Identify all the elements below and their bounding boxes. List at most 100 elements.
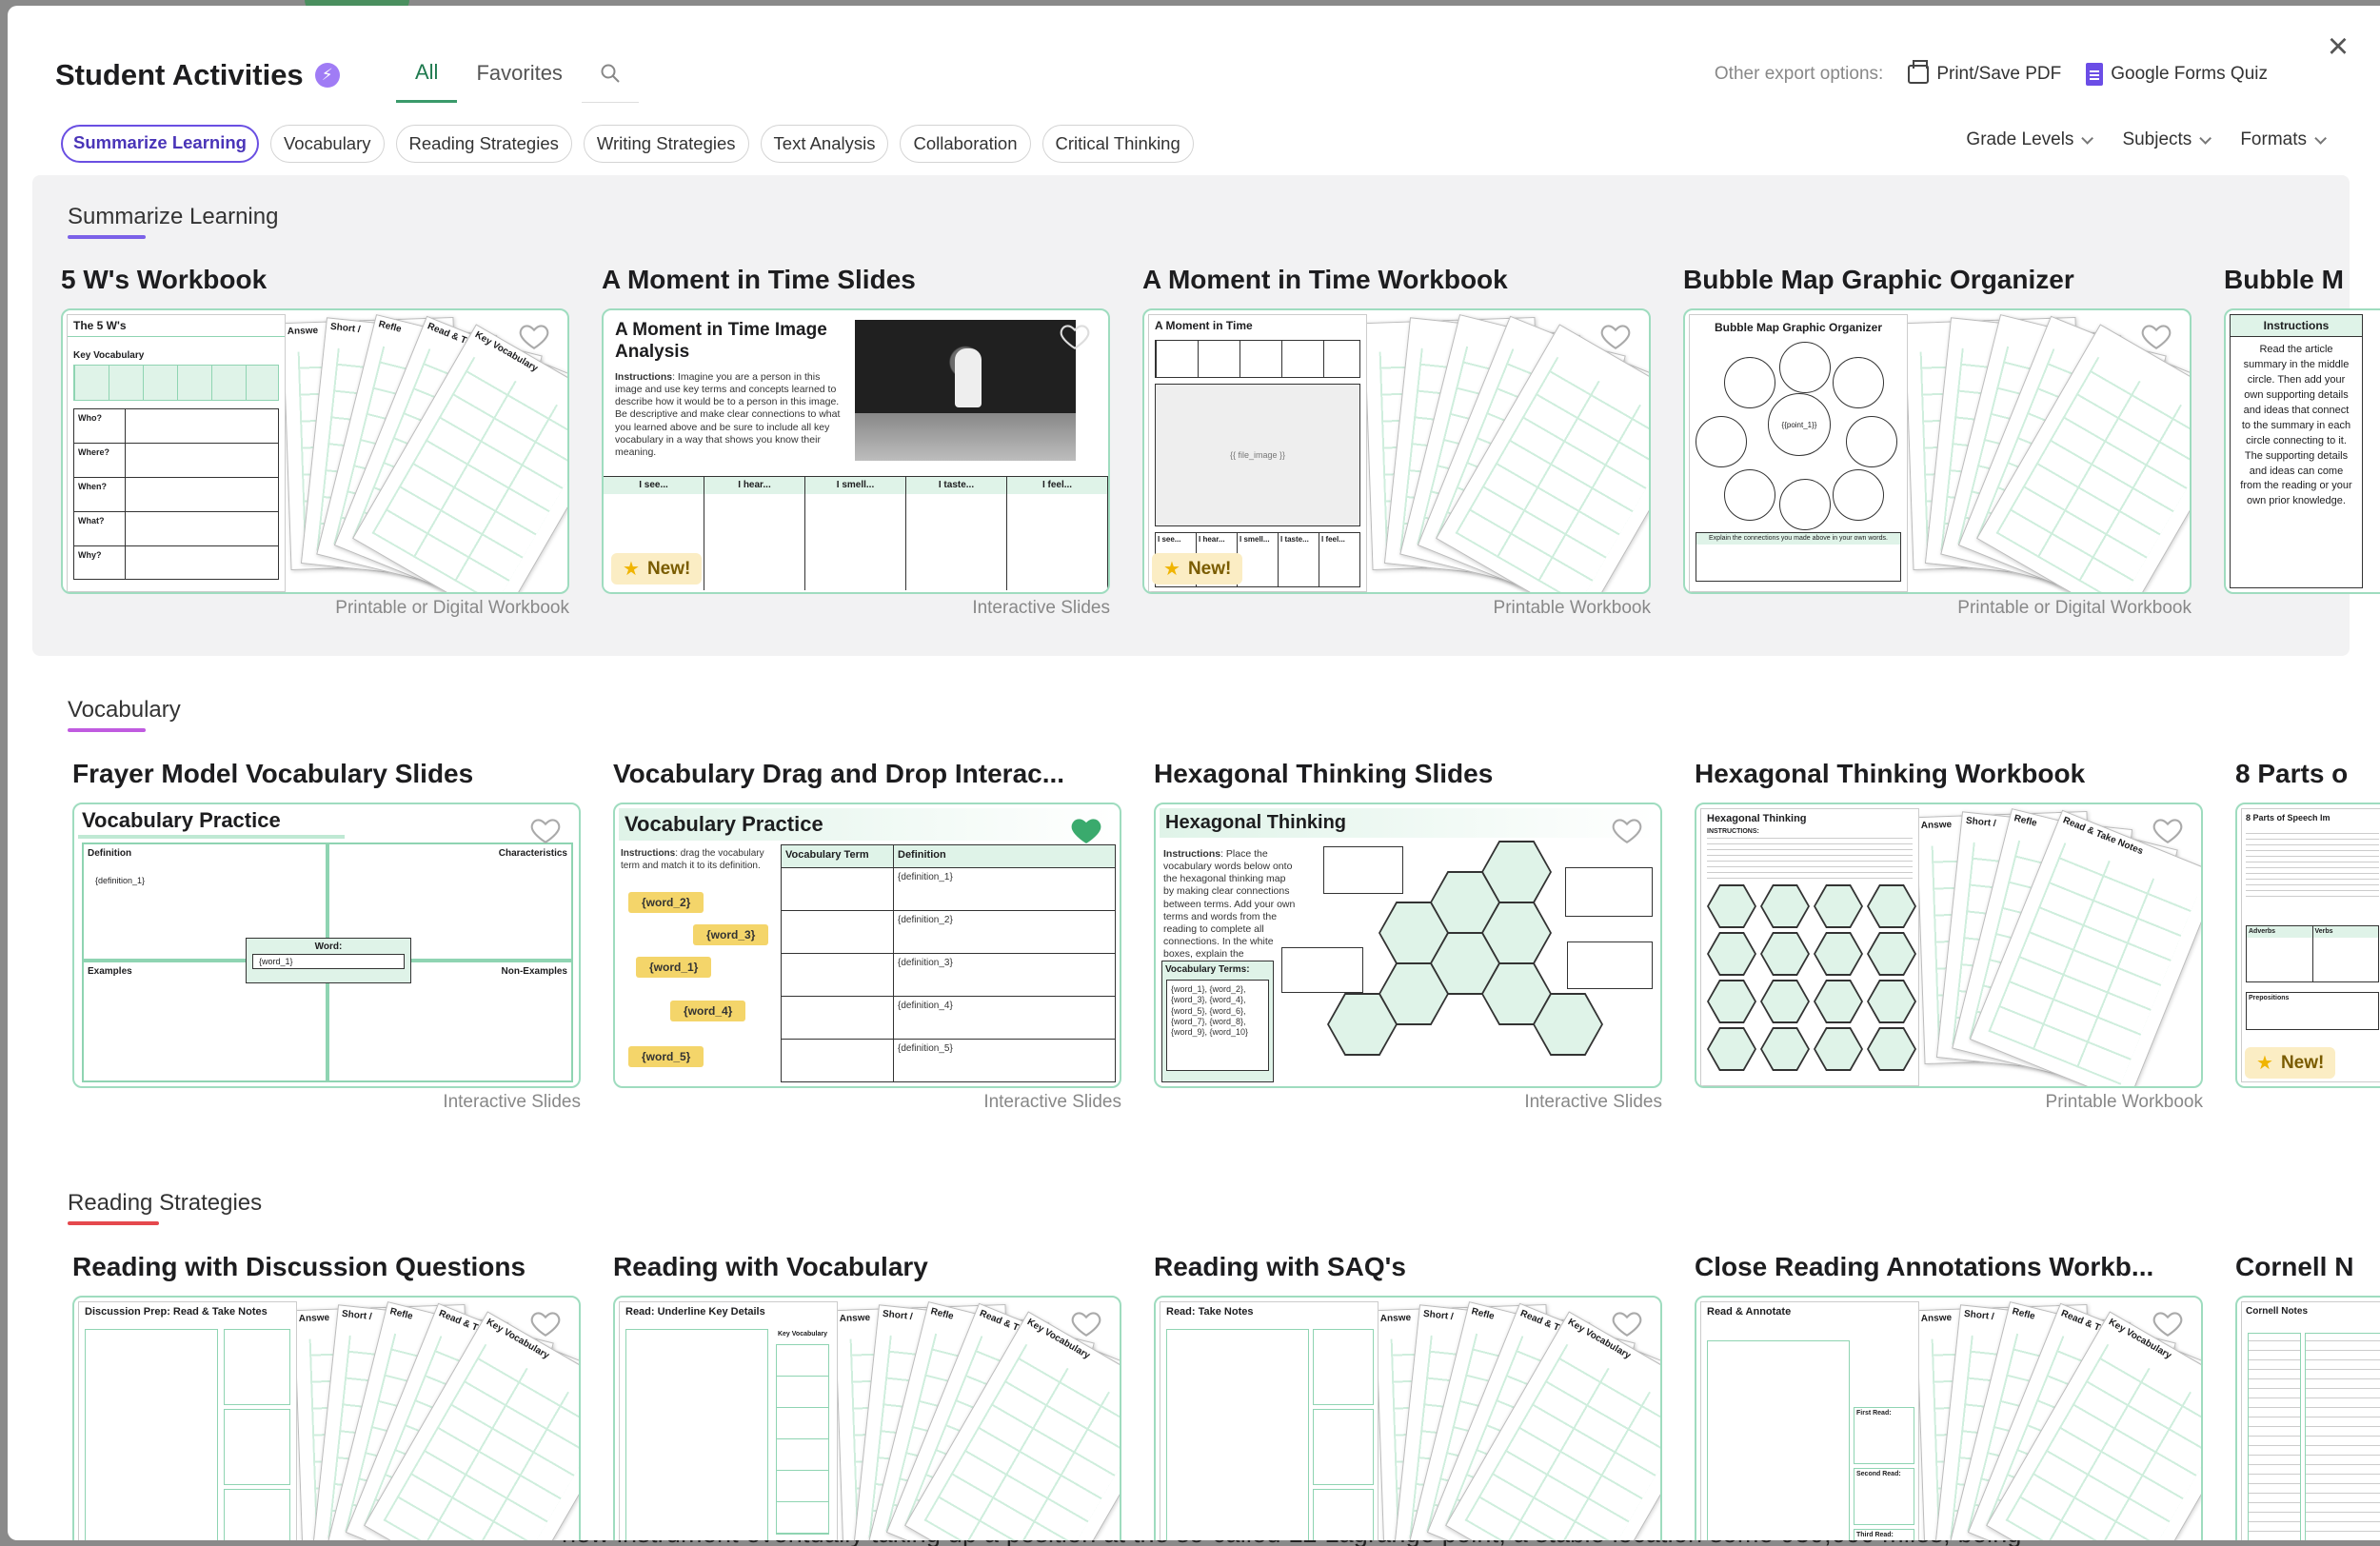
tab-favorites[interactable]: Favorites: [457, 55, 581, 103]
activity-card[interactable]: Reading with SAQ's Answe Short / Refle R…: [1154, 1252, 1662, 1540]
chevron-down-icon: [2314, 131, 2327, 145]
column-header: Definition: [898, 849, 946, 861]
card-thumbnail[interactable]: A Moment in Time Image Analysis Instruct…: [602, 308, 1110, 594]
card-thumbnail[interactable]: Answe Short / Refle Read & Take Notes Ke…: [72, 1296, 581, 1540]
card-thumbnail[interactable]: A Moment in Time {{ file_image }} I see.…: [1142, 308, 1651, 594]
pill-reading-strategies[interactable]: Reading Strategies: [395, 125, 572, 163]
favorite-heart-icon[interactable]: [518, 320, 550, 352]
grade-levels-dropdown[interactable]: Grade Levels: [1966, 129, 2094, 150]
draggable-word[interactable]: {word_1}: [636, 957, 712, 978]
activity-card[interactable]: Frayer Model Vocabulary Slides Vocabular…: [72, 759, 581, 1113]
new-badge: ★ New!: [611, 553, 703, 585]
favorite-heart-icon[interactable]: [1599, 320, 1632, 352]
card-thumbnail[interactable]: Answe Short / Refle Read & Take Notes Ke…: [1154, 1296, 1662, 1540]
definition-cell: {definition_3}: [898, 958, 953, 968]
card-thumbnail[interactable]: Instructions Read the article summary in…: [2224, 308, 2380, 594]
card-thumbnail[interactable]: Cornell Notes: [2235, 1296, 2380, 1540]
favorite-heart-icon[interactable]: [529, 1307, 562, 1339]
card-thumbnail[interactable]: Vocabulary Practice Definition {definitio…: [72, 803, 581, 1088]
activity-card[interactable]: Bubble Map Graphic Organizer Bubble Map …: [1683, 265, 2192, 619]
card-title: Close Reading Annotations Workb...: [1695, 1252, 2154, 1281]
favorite-heart-icon[interactable]: [1059, 320, 1091, 352]
grade-levels-label: Grade Levels: [1966, 129, 2074, 149]
activity-card[interactable]: Close Reading Annotations Workb... Answe…: [1695, 1252, 2203, 1540]
draggable-word[interactable]: {word_5}: [628, 1046, 704, 1067]
activity-card[interactable]: Reading with Vocabulary Answe Short / Re…: [613, 1252, 1121, 1540]
word-label: Word:: [314, 941, 343, 952]
activity-card[interactable]: 8 Parts o 8 Parts of Speech Im Adverbs V…: [2235, 759, 2380, 1088]
google-forms-quiz-button[interactable]: Google Forms Quiz: [2086, 63, 2268, 86]
card-title: Reading with SAQ's: [1154, 1252, 1406, 1281]
pill-text-analysis[interactable]: Text Analysis: [760, 125, 889, 163]
activity-card[interactable]: Bubble M Instructions Read the article s…: [2224, 265, 2380, 594]
card-thumbnail[interactable]: 8 Parts of Speech Im Adverbs Verbs Prepo…: [2235, 803, 2380, 1088]
search-icon[interactable]: [581, 55, 639, 103]
terms-label: Vocabulary Terms:: [1165, 964, 1250, 975]
pill-vocabulary[interactable]: Vocabulary: [269, 125, 385, 163]
card-thumbnail[interactable]: Answe Short / Refle Read & Take Notes Ke…: [1695, 1296, 2203, 1540]
card-thumbnail[interactable]: Bubble Map Graphic Organizer {{point_1}}…: [1683, 308, 2192, 594]
chevron-down-icon: [2081, 131, 2094, 145]
favorite-heart-icon[interactable]: [2140, 320, 2172, 352]
row-label: Where?: [74, 444, 126, 477]
card-title: 5 W's Workbook: [61, 265, 268, 294]
card-thumbnail[interactable]: Vocabulary Practice Instructions: drag t…: [613, 803, 1121, 1088]
definition-cell: {definition_1}: [898, 872, 953, 882]
subjects-dropdown[interactable]: Subjects: [2122, 129, 2212, 150]
activity-card[interactable]: Hexagonal Thinking Slides Hexagonal Thin…: [1154, 759, 1662, 1113]
filter-dropdowns: Grade Levels Subjects Formats: [1966, 129, 2327, 150]
definition-value: {definition_1}: [95, 876, 146, 885]
card-thumbnail[interactable]: Answe Short / Refle Read & Take Notes Ke…: [61, 308, 569, 594]
favorite-heart-icon[interactable]: [1611, 814, 1643, 846]
activity-card[interactable]: 5 W's Workbook Answe Short / Refle Read …: [61, 265, 569, 619]
activity-card[interactable]: Vocabulary Drag and Drop Interac... Voca…: [613, 759, 1121, 1113]
card-format: Printable Workbook: [2045, 1092, 2203, 1112]
card-title: Frayer Model Vocabulary Slides: [72, 759, 474, 788]
tab-all[interactable]: All: [396, 55, 458, 103]
close-icon[interactable]: ×: [2321, 29, 2355, 65]
activity-card[interactable]: Hexagonal Thinking Workbook Answe Short …: [1695, 759, 2203, 1113]
column-header: I taste...: [906, 477, 1007, 590]
favorite-heart-icon-filled[interactable]: [1070, 814, 1102, 846]
card-title: Vocabulary Drag and Drop Interac...: [613, 759, 1065, 788]
lightning-bolt-icon: ⚡: [314, 63, 340, 88]
favorite-heart-icon[interactable]: [2152, 1307, 2184, 1339]
worksheet-header: A Moment in Time: [1155, 319, 1253, 332]
pill-writing-strategies[interactable]: Writing Strategies: [583, 125, 749, 163]
card-format: Interactive Slides: [983, 1092, 1121, 1112]
favorite-heart-icon[interactable]: [2152, 814, 2184, 846]
draggable-word[interactable]: {word_4}: [670, 1001, 746, 1021]
formats-dropdown[interactable]: Formats: [2240, 129, 2327, 150]
row-label: Who?: [74, 409, 126, 443]
card-format: Printable Workbook: [1493, 598, 1651, 618]
terms-list: {word_1}, {word_2}, {word_3}, {word_4}, …: [1166, 980, 1269, 1071]
worksheet-stack: Answe Short / Refle Read & Take Notes Ke…: [282, 314, 567, 592]
pill-collaboration[interactable]: Collaboration: [900, 125, 1031, 163]
subjects-label: Subjects: [2122, 129, 2192, 149]
instructions-text: Read the article summary in the middle c…: [2240, 344, 2352, 507]
draggable-word[interactable]: {word_2}: [628, 892, 704, 913]
column-header: Vocabulary Term: [782, 845, 894, 867]
pill-summarize-learning[interactable]: Summarize Learning: [61, 125, 259, 163]
activity-card[interactable]: A Moment in Time Workbook A Moment in Ti…: [1142, 265, 1651, 619]
activity-card[interactable]: Cornell N Cornell Notes: [2235, 1252, 2380, 1540]
card-thumbnail[interactable]: Answe Short / Refle Read & Take Notes He…: [1695, 803, 2203, 1088]
row-label: When?: [74, 478, 126, 511]
favorite-heart-icon[interactable]: [1070, 1307, 1102, 1339]
chevron-down-icon: [2199, 131, 2212, 145]
activity-card[interactable]: Reading with Discussion Questions Answe …: [72, 1252, 581, 1540]
favorite-heart-icon[interactable]: [529, 814, 562, 846]
column-header: I smell...: [1238, 533, 1279, 586]
print-save-pdf-button[interactable]: Print/Save PDF: [1908, 60, 2061, 85]
column-header: Adverbs: [2247, 926, 2313, 981]
draggable-word[interactable]: {word_3}: [693, 924, 769, 945]
card-thumbnail[interactable]: Hexagonal Thinking Instructions: Place t…: [1154, 803, 1662, 1088]
pill-critical-thinking[interactable]: Critical Thinking: [1041, 125, 1194, 163]
card-thumbnail[interactable]: Answe Short / Refle Read & Take Notes Ke…: [613, 1296, 1121, 1540]
worksheet-stack: Answe Short / Refle Read & Take Notes Ke…: [834, 1301, 1120, 1540]
activity-card[interactable]: A Moment in Time Slides A Moment in Time…: [602, 265, 1110, 619]
star-icon: ★: [1163, 559, 1180, 580]
read-box: Second Read:: [1854, 1468, 1914, 1525]
favorite-heart-icon[interactable]: [1611, 1307, 1643, 1339]
star-icon: ★: [2256, 1053, 2273, 1074]
